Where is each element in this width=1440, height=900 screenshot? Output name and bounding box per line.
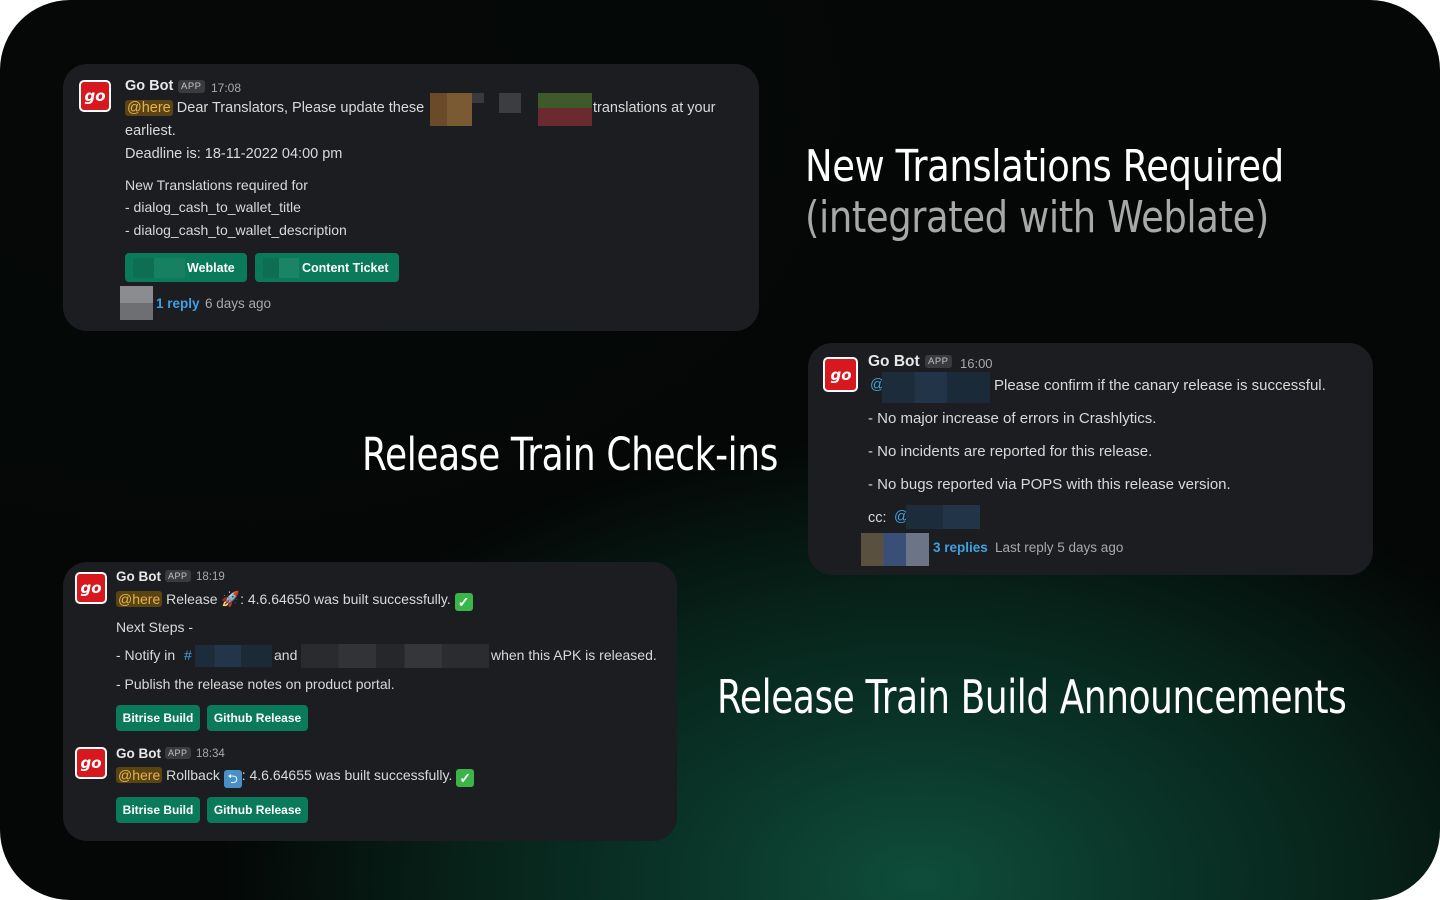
- content-ticket-button[interactable]: Content Ticket: [255, 253, 399, 282]
- bot-name[interactable]: Go Bot: [116, 569, 161, 584]
- bitrise-build-button[interactable]: Bitrise Build: [116, 797, 200, 823]
- app-badge: APP: [178, 80, 205, 93]
- app-badge: APP: [165, 747, 191, 759]
- next-steps-label: Next Steps -: [116, 619, 194, 635]
- message-line-2: earliest.: [125, 123, 176, 139]
- notify-text-end: when this APK is released.: [491, 647, 657, 663]
- announcements-heading: Release Train Build Announcements: [717, 670, 1347, 724]
- go-logo-icon: go: [823, 357, 858, 392]
- redacted-block: [472, 93, 484, 103]
- bot-name[interactable]: Go Bot: [125, 78, 173, 94]
- redacted-icon: [133, 257, 185, 278]
- message-time[interactable]: 18:19: [196, 571, 225, 583]
- go-logo-icon: go: [75, 747, 107, 779]
- presentation-frame: go Go Bot APP 17:08 @here Dear Translato…: [0, 0, 1440, 900]
- reply-link[interactable]: 1 reply: [156, 296, 200, 311]
- notify-text: - Notify in: [116, 647, 176, 663]
- rollback-icon: ⮌: [223, 770, 242, 788]
- confirm-text: Please confirm if the canary release is …: [994, 377, 1326, 394]
- message-line-1: @here Dear Translators, Please update th…: [125, 100, 425, 116]
- requirements-title: New Translations required for: [125, 177, 308, 193]
- checklist-item: - No incidents are reported for this rel…: [868, 443, 1153, 460]
- redacted-block: [430, 93, 472, 126]
- bot-name[interactable]: Go Bot: [116, 746, 161, 761]
- check-mark-icon: ✓: [454, 593, 473, 611]
- github-release-button[interactable]: Github Release: [207, 705, 308, 731]
- checklist-item: - No bugs reported via POPS with this re…: [868, 476, 1231, 493]
- weblate-button[interactable]: Weblate: [125, 253, 247, 282]
- channel-hash[interactable]: #: [184, 647, 192, 663]
- here-mention[interactable]: @here: [116, 591, 163, 607]
- svg-text:go: go: [830, 366, 851, 384]
- notify-and: and: [274, 647, 298, 663]
- redacted-block: [499, 93, 521, 113]
- requirement-item: - dialog_cash_to_wallet_title: [125, 199, 301, 215]
- translations-subheading: (integrated with Weblate): [805, 192, 1269, 243]
- avatar[interactable]: [120, 286, 153, 320]
- cc-label: cc:: [868, 510, 887, 526]
- translations-heading: New Translations Required: [805, 141, 1284, 192]
- message-line-1b: translations at your: [593, 100, 716, 116]
- svg-text:go: go: [80, 579, 101, 597]
- redacted-channel: [301, 644, 489, 668]
- redacted-block: [882, 372, 990, 403]
- check-mark-icon: ✓: [456, 769, 475, 787]
- message-time[interactable]: 16:00: [960, 356, 993, 371]
- publish-text: - Publish the release notes on product p…: [116, 676, 395, 692]
- redacted-block: [906, 505, 980, 529]
- message-time[interactable]: 18:34: [196, 748, 225, 760]
- svg-text:go: go: [80, 754, 101, 772]
- reply-time: 6 days ago: [205, 296, 272, 311]
- app-badge: APP: [925, 355, 952, 368]
- github-release-button[interactable]: Github Release: [207, 797, 308, 823]
- checklist-item: - No major increase of errors in Crashly…: [868, 410, 1157, 427]
- redacted-block: [538, 93, 592, 126]
- redacted-icon: [263, 257, 299, 278]
- go-logo-icon: go: [79, 80, 111, 112]
- go-logo-icon: go: [75, 572, 107, 604]
- translation-message-card: go Go Bot APP 17:08 @here Dear Translato…: [63, 64, 759, 331]
- here-mention[interactable]: @here: [116, 767, 163, 783]
- deadline-text: Deadline is: 18-11-2022 04:00 pm: [125, 146, 343, 162]
- bot-name[interactable]: Go Bot: [868, 353, 920, 371]
- requirement-item: - dialog_cash_to_wallet_description: [125, 222, 347, 238]
- message-time[interactable]: 17:08: [211, 81, 241, 95]
- redacted-channel: [195, 645, 272, 667]
- build-announcement-card: go Go Bot APP 18:19 @here Release 🚀: 4.6…: [63, 562, 677, 841]
- build-line-1: @here Release 🚀: 4.6.64650 was built suc…: [116, 590, 473, 611]
- app-badge: APP: [165, 570, 191, 582]
- replies-link[interactable]: 3 replies: [933, 540, 988, 555]
- rollback-line: @here Rollback ⮌: 4.6.64655 was built su…: [116, 767, 475, 788]
- svg-text:go: go: [84, 87, 105, 105]
- rocket-icon: 🚀: [221, 591, 241, 608]
- last-reply-time: Last reply 5 days ago: [995, 540, 1124, 555]
- here-mention[interactable]: @here: [125, 100, 173, 116]
- avatar-stack[interactable]: [861, 533, 929, 566]
- checkin-message-card: go Go Bot APP 16:00 @ Please confirm if …: [808, 343, 1373, 575]
- checkins-heading: Release Train Check-ins: [362, 428, 779, 481]
- bitrise-build-button[interactable]: Bitrise Build: [116, 705, 200, 731]
